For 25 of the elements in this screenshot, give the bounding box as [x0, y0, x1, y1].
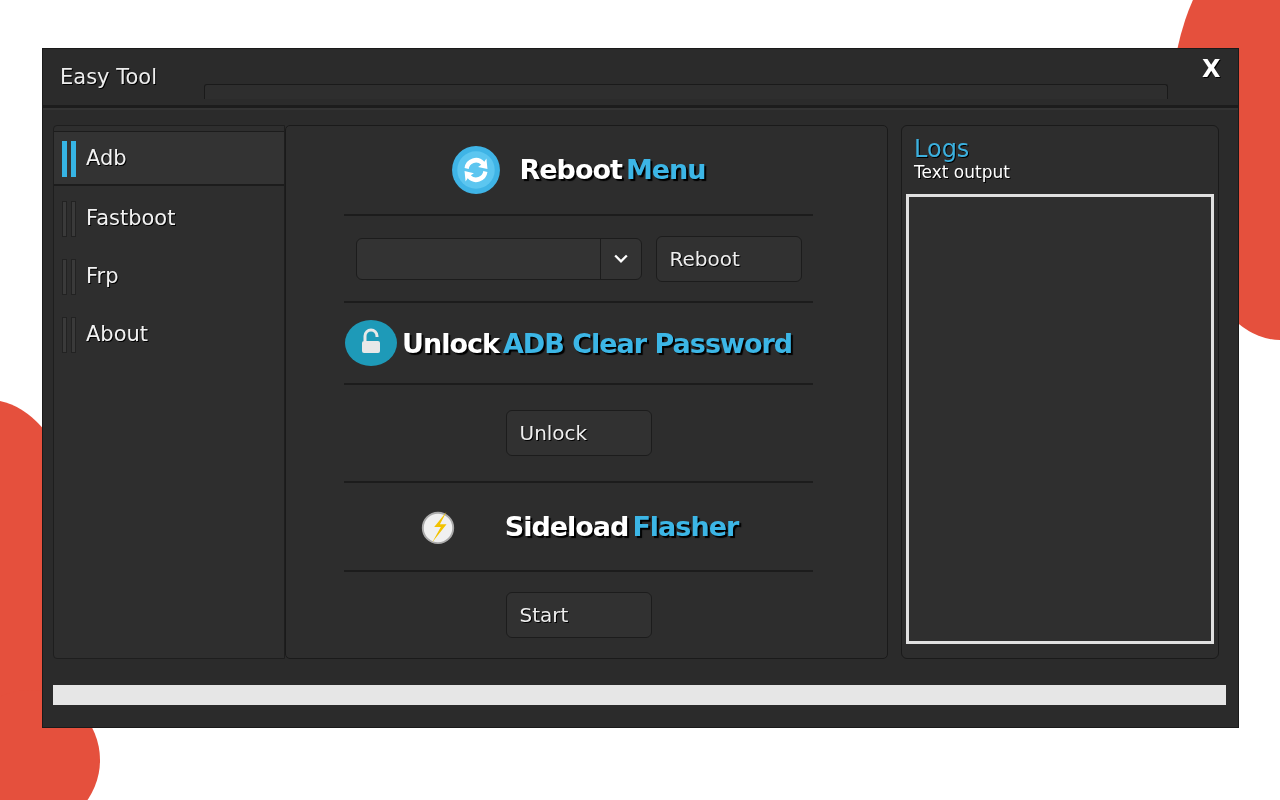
logs-subtitle: Text output: [914, 162, 1011, 183]
action-button[interactable]: Reboot: [655, 235, 802, 282]
window-title: Easy Tool: [60, 65, 158, 89]
log-output-field[interactable]: [906, 194, 1214, 645]
logs-title: Logs: [914, 136, 971, 163]
section-title-accent: ADB Clear Password: [502, 327, 793, 359]
chevron-down-icon: [613, 253, 628, 264]
section-title-accent: Menu: [625, 154, 706, 186]
sidebar-label: Fastboot: [86, 206, 176, 230]
section-title: Reboot: [519, 154, 622, 186]
action-button[interactable]: Unlock: [505, 409, 652, 456]
sidebar-label: Adb: [86, 146, 127, 170]
sidebar-item[interactable]: Fastboot: [54, 192, 284, 244]
sidebar-label: Frp: [86, 264, 119, 288]
section-title-accent: Flasher: [632, 511, 739, 542]
sidebar-item[interactable]: About: [54, 308, 284, 360]
padlock-icon: [344, 319, 398, 368]
sidebar-item[interactable]: Adb: [54, 131, 284, 186]
section-title: Sideload: [504, 511, 629, 542]
section-title: Unlock: [402, 327, 499, 359]
sidebar-label: About: [86, 322, 149, 346]
refresh-icon: [451, 144, 502, 195]
close-button[interactable]: X: [1198, 55, 1225, 83]
action-button[interactable]: Start: [505, 592, 652, 639]
sidebar-item[interactable]: Frp: [54, 250, 284, 302]
